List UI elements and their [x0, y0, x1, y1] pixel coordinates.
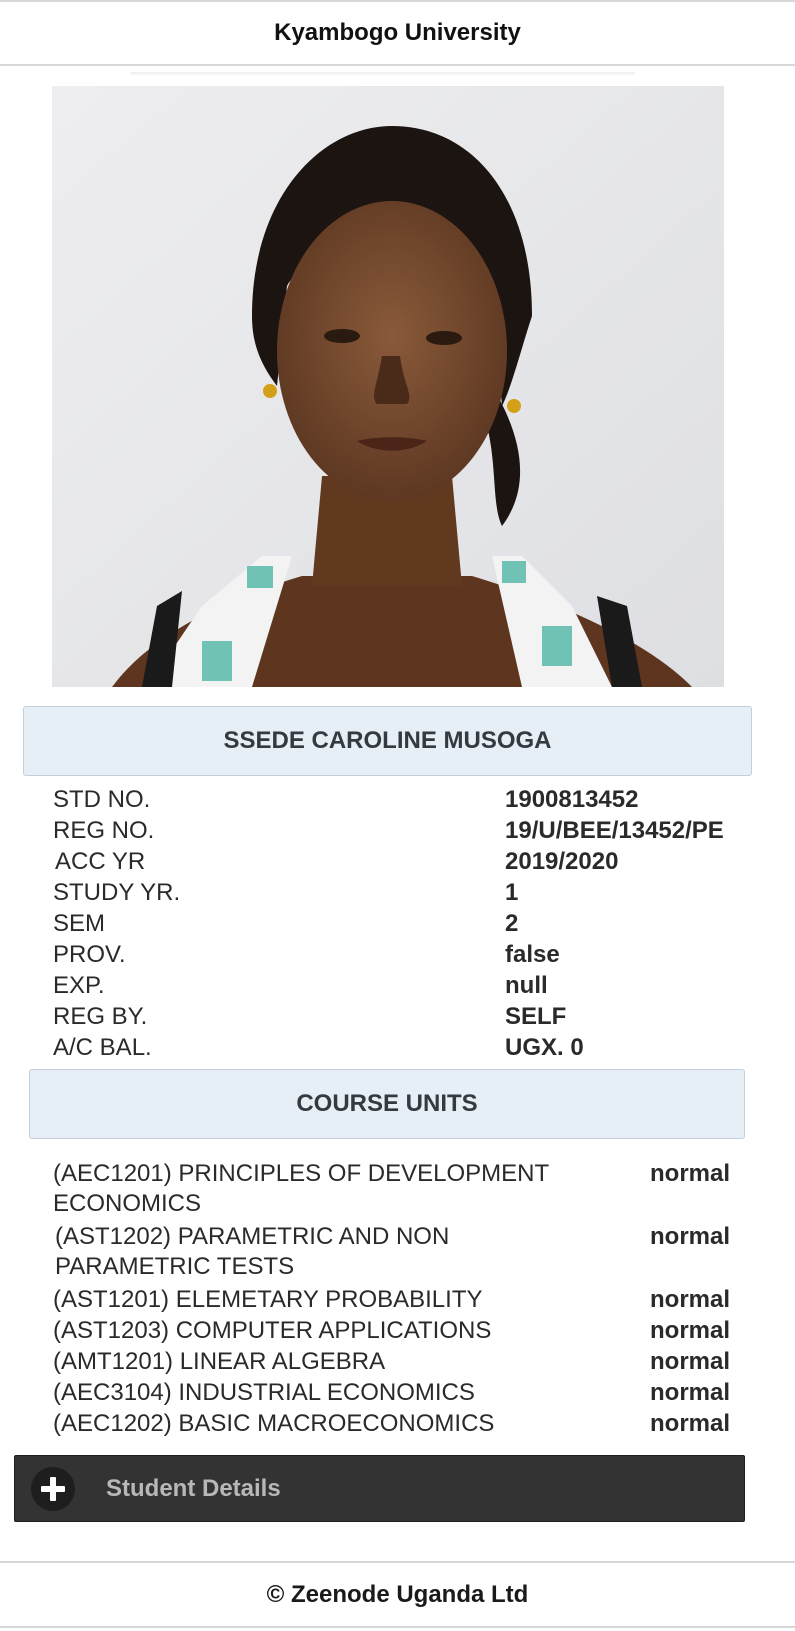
course-unit-status: normal	[650, 1348, 731, 1375]
course-unit-name: (AMT1201) LINEAR ALGEBRA	[53, 1348, 386, 1375]
page-title: Kyambogo University	[274, 19, 521, 46]
course-units-header: COURSE UNITS	[29, 1069, 745, 1139]
detail-value: 2019/2020	[505, 848, 619, 875]
detail-row-sem: SEM 2	[0, 910, 795, 941]
student-details-collapsible[interactable]: Student Details	[14, 1455, 745, 1522]
list-item: (AST1203) COMPUTER APPLICATIONS normal	[0, 1316, 795, 1347]
course-unit-status: normal	[650, 1160, 731, 1187]
course-units-title: COURSE UNITS	[296, 1090, 478, 1117]
course-unit-name: (AST1203) COMPUTER APPLICATIONS	[53, 1317, 492, 1344]
list-item: (AST1201) ELEMETARY PROBABILITY normal	[0, 1285, 795, 1316]
course-unit-name: (AST1202) PARAMETRIC AND NON PARAMETRIC …	[55, 1223, 450, 1280]
course-unit-name: (AEC1202) BASIC MACROECONOMICS	[53, 1410, 495, 1437]
detail-value: 2	[505, 910, 519, 937]
course-unit-name: (AST1201) ELEMETARY PROBABILITY	[53, 1286, 483, 1313]
detail-value: 1	[505, 879, 519, 906]
plus-icon	[31, 1467, 75, 1511]
detail-label: REG NO.	[53, 817, 155, 844]
student-name-panel: SSEDE CAROLINE MUSOGA	[23, 706, 752, 776]
list-item: (AMT1201) LINEAR ALGEBRA normal	[0, 1347, 795, 1378]
detail-value: false	[505, 941, 560, 968]
list-item: (AEC1202) BASIC MACROECONOMICS normal	[0, 1409, 795, 1440]
detail-row-ac-bal: A/C BAL. UGX. 0	[0, 1034, 795, 1065]
footer-copyright: © Zeenode Uganda Ltd	[266, 1580, 529, 1608]
detail-row-study-yr: STUDY YR. 1	[0, 879, 795, 910]
student-details-label: Student Details	[106, 1474, 281, 1502]
course-unit-status: normal	[650, 1286, 731, 1313]
list-item: (AEC1201) PRINCIPLES OF DEVELOPMENT ECON…	[0, 1159, 795, 1221]
detail-row-reg-no: REG NO. 19/U/BEE/13452/PE	[0, 817, 795, 848]
course-unit-status: normal	[650, 1223, 731, 1250]
footer: © Zeenode Uganda Ltd	[0, 1561, 795, 1628]
detail-label: EXP.	[53, 972, 105, 999]
detail-value: 19/U/BEE/13452/PE	[505, 817, 724, 844]
student-photo-image	[52, 86, 724, 687]
detail-label: ACC YR	[55, 848, 146, 875]
detail-label: REG BY.	[53, 1003, 148, 1030]
detail-label: A/C BAL.	[53, 1034, 152, 1061]
detail-label: STUDY YR.	[53, 879, 181, 906]
detail-label: SEM	[53, 910, 106, 937]
detail-row-reg-by: REG BY. SELF	[0, 1003, 795, 1034]
course-unit-status: normal	[650, 1410, 731, 1437]
course-unit-name: (AEC3104) INDUSTRIAL ECONOMICS	[53, 1379, 475, 1406]
course-unit-status: normal	[650, 1379, 731, 1406]
list-item: (AST1202) PARAMETRIC AND NON PARAMETRIC …	[0, 1222, 795, 1284]
detail-label: PROV.	[53, 941, 126, 968]
detail-value: null	[505, 972, 548, 999]
course-unit-name: (AEC1201) PRINCIPLES OF DEVELOPMENT ECON…	[53, 1160, 549, 1217]
detail-value: SELF	[505, 1003, 567, 1030]
detail-row-prov: PROV. false	[0, 941, 795, 972]
detail-row-acc-yr: ACC YR 2019/2020	[0, 848, 795, 879]
detail-row-std-no: STD NO. 1900813452	[0, 786, 795, 817]
student-photo	[52, 86, 724, 687]
student-name: SSEDE CAROLINE MUSOGA	[223, 727, 552, 754]
detail-label: STD NO.	[53, 786, 151, 813]
app-header: Kyambogo University	[0, 0, 795, 66]
detail-value: 1900813452	[505, 786, 639, 813]
detail-value: UGX. 0	[505, 1034, 584, 1061]
list-item: (AEC3104) INDUSTRIAL ECONOMICS normal	[0, 1378, 795, 1409]
header-divider	[130, 72, 635, 76]
detail-row-exp: EXP. null	[0, 972, 795, 1003]
course-unit-status: normal	[650, 1317, 731, 1344]
